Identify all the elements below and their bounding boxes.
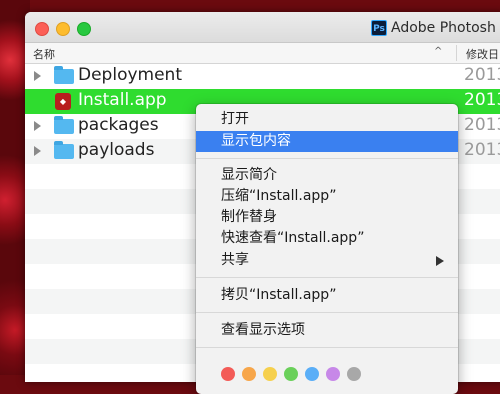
tag-color-dot[interactable] bbox=[263, 367, 277, 381]
menu-item-make-alias[interactable]: 制作替身 bbox=[196, 207, 458, 228]
column-header: 名称 ^ 修改日 bbox=[25, 43, 500, 64]
window-title-text: Adobe Photosh bbox=[391, 20, 496, 36]
tag-color-dot[interactable] bbox=[284, 367, 298, 381]
menu-item-share[interactable]: 共享 bbox=[196, 250, 458, 271]
menu-item-share-label: 共享 bbox=[221, 252, 249, 268]
list-item[interactable]: Deployment 2013 bbox=[25, 64, 500, 89]
column-date-header[interactable]: 修改日 bbox=[466, 46, 499, 62]
tag-color-row bbox=[221, 367, 361, 383]
menu-item-copy[interactable]: 拷贝“Install.app” bbox=[196, 285, 458, 306]
menu-item-show-view-options[interactable]: 查看显示选项 bbox=[196, 320, 458, 341]
file-date: 2013 bbox=[464, 115, 500, 135]
file-name: Install.app bbox=[78, 90, 167, 110]
tag-color-dot[interactable] bbox=[326, 367, 340, 381]
tag-color-dot[interactable] bbox=[242, 367, 256, 381]
file-name: Deployment bbox=[78, 65, 182, 85]
close-button[interactable] bbox=[35, 22, 49, 36]
file-name: packages bbox=[78, 115, 159, 135]
disclosure-triangle-icon[interactable] bbox=[34, 71, 41, 81]
tag-color-dot[interactable] bbox=[305, 367, 319, 381]
file-date: 2013 bbox=[464, 140, 500, 160]
submenu-arrow-icon bbox=[436, 256, 444, 266]
minimize-button[interactable] bbox=[56, 22, 70, 36]
sort-ascending-icon[interactable]: ^ bbox=[434, 46, 442, 57]
menu-item-quick-look[interactable]: 快速查看“Install.app” bbox=[196, 228, 458, 249]
menu-item-compress[interactable]: 压缩“Install.app” bbox=[196, 186, 458, 207]
folder-icon bbox=[54, 66, 74, 84]
title-bar: Ps Adobe Photosh bbox=[25, 12, 500, 43]
disclosure-triangle-icon[interactable] bbox=[34, 121, 41, 131]
menu-separator bbox=[196, 312, 458, 313]
tag-color-dot[interactable] bbox=[347, 367, 361, 381]
menu-item-show-package-contents[interactable]: 显示包内容 bbox=[196, 131, 458, 152]
column-divider[interactable] bbox=[456, 45, 457, 61]
file-date: 2013 bbox=[464, 65, 500, 85]
zoom-button[interactable] bbox=[77, 22, 91, 36]
folder-icon bbox=[54, 116, 74, 134]
menu-item-get-info[interactable]: 显示简介 bbox=[196, 165, 458, 186]
photoshop-icon: Ps bbox=[371, 20, 387, 36]
menu-item-open[interactable]: 打开 bbox=[196, 109, 458, 130]
folder-icon bbox=[54, 141, 74, 159]
menu-separator bbox=[196, 158, 458, 159]
disclosure-triangle-icon[interactable] bbox=[34, 146, 41, 156]
file-date: 2013 bbox=[464, 90, 500, 110]
tag-color-dot[interactable] bbox=[221, 367, 235, 381]
window-title: Ps Adobe Photosh bbox=[371, 19, 496, 37]
menu-separator bbox=[196, 277, 458, 278]
context-menu: 打开 显示包内容 显示简介 压缩“Install.app” 制作替身 快速查看“… bbox=[196, 104, 458, 394]
column-name-header[interactable]: 名称 bbox=[33, 46, 55, 62]
file-name: payloads bbox=[78, 140, 155, 160]
app-icon: ◆ bbox=[55, 93, 71, 110]
menu-separator bbox=[196, 347, 458, 348]
